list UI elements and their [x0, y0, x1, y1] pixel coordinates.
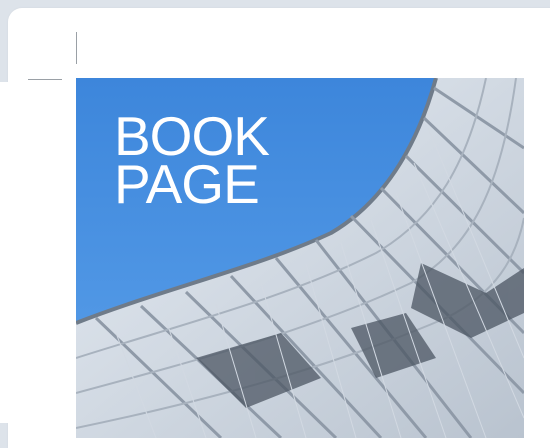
left-gutter	[0, 82, 8, 423]
cover-title: BOOK PAGE	[114, 109, 270, 215]
cover-title-line-2: PAGE	[114, 153, 260, 215]
text-cursor	[76, 32, 77, 64]
post-composer-window: BOOK PAGE	[8, 8, 550, 448]
separator-line	[28, 79, 62, 80]
book-cover-image[interactable]: BOOK PAGE	[76, 78, 524, 438]
